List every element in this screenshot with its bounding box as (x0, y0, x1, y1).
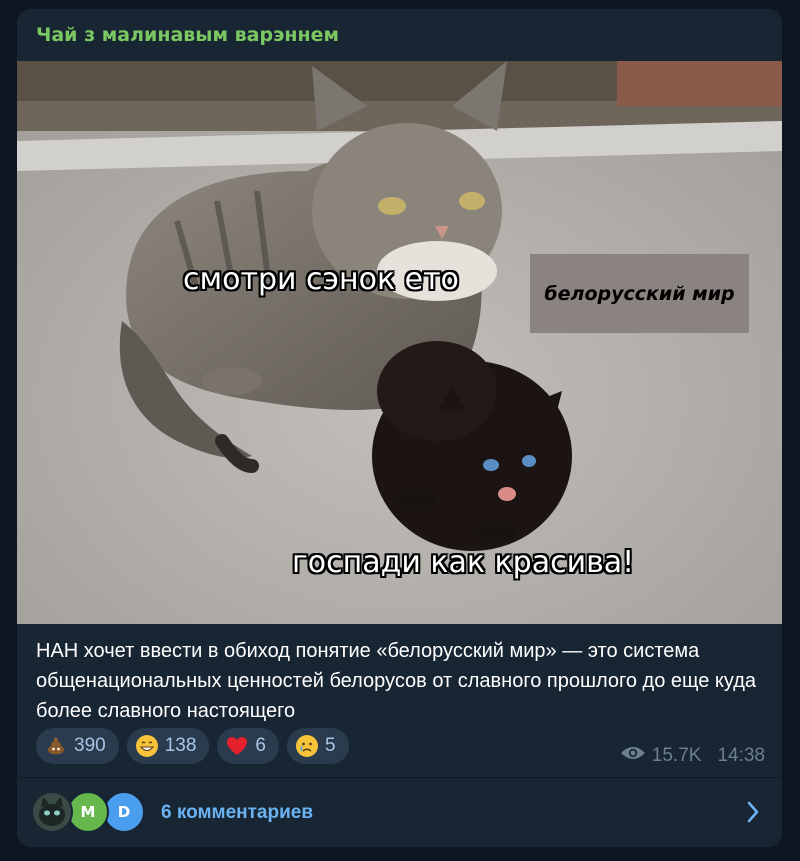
avatar: D (103, 790, 145, 833)
grinning-emoji-icon (135, 734, 159, 758)
reaction-grinning[interactable]: 138 (126, 728, 210, 764)
comments-button[interactable]: M D 6 комментариев (17, 778, 782, 847)
chevron-right-icon (746, 800, 760, 828)
crying-emoji-icon (295, 734, 319, 758)
meme-label-box: белорусский мир (530, 254, 749, 333)
message-bubble: Чай з малинавым варэннем смотри сэнок ет… (17, 9, 782, 847)
cat-photo-illustration (17, 61, 782, 624)
channel-name[interactable]: Чай з малинавым варэннем (36, 24, 339, 46)
comments-count-label: 6 комментариев (161, 801, 314, 823)
reaction-count: 390 (74, 735, 106, 756)
reaction-heart[interactable]: 6 (217, 728, 279, 764)
reaction-poop[interactable]: 390 (36, 728, 119, 764)
commenter-avatars: M D (31, 790, 151, 835)
meme-top-text: смотри сэнок ето (183, 262, 459, 297)
reaction-count: 6 (255, 735, 266, 756)
post-time: 14:38 (717, 745, 765, 766)
post-meta: 15.7K 14:38 (620, 745, 765, 767)
avatar (31, 790, 73, 833)
poop-emoji-icon (44, 734, 68, 758)
reaction-count: 138 (164, 735, 197, 756)
reaction-crying[interactable]: 5 (286, 728, 349, 764)
eye-icon (620, 745, 646, 767)
avatar: M (67, 790, 109, 833)
post-caption: НАН хочет ввести в обиход понятие «белор… (36, 640, 757, 722)
reaction-count: 5 (324, 735, 336, 756)
post-photo[interactable]: смотри сэнок ето белорусский мир госпади… (17, 61, 782, 624)
reactions-bar: 390 138 6 5 (36, 728, 349, 764)
red-heart-emoji-icon (225, 734, 249, 758)
views-count: 15.7K (651, 745, 702, 766)
meme-bottom-text: госпади как красива! (292, 545, 635, 580)
